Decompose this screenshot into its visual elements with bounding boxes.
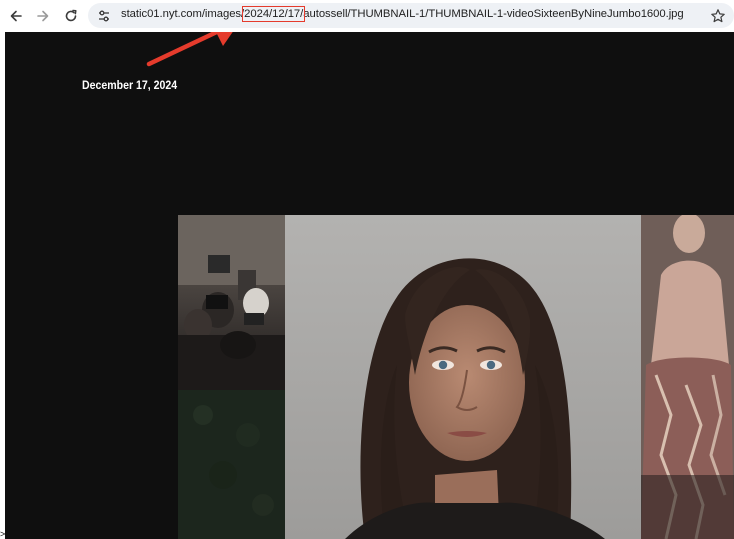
back-arrow-icon (10, 10, 22, 22)
reload-button[interactable] (61, 6, 81, 26)
url-date-highlight: 2024/12/17/ (242, 6, 306, 22)
date-annotation: December 17, 2024 (82, 78, 178, 92)
gown-image (641, 215, 734, 539)
photographers-image (178, 215, 285, 539)
back-button[interactable] (6, 6, 26, 26)
tune-icon[interactable] (97, 9, 111, 23)
forward-arrow-icon (37, 10, 49, 22)
corner-glyph: > (0, 529, 6, 539)
star-icon[interactable] (710, 8, 726, 24)
browser-toolbar: static01.nyt.com/images/2024/12/17/autos… (0, 0, 734, 32)
photo-panel-center (285, 215, 641, 539)
photo-panel-right (641, 215, 734, 539)
url-text[interactable]: static01.nyt.com/images/2024/12/17/autos… (121, 6, 684, 22)
reload-icon (65, 9, 77, 22)
photo-panel-left (178, 215, 285, 539)
address-bar[interactable]: static01.nyt.com/images/2024/12/17/autos… (88, 3, 734, 28)
image-viewport: December 17, 2024 (5, 32, 734, 539)
url-suffix: autossell/THUMBNAIL-1/THUMBNAIL-1-videoS… (303, 8, 684, 20)
portrait-image (285, 215, 641, 539)
forward-button[interactable] (33, 6, 53, 26)
url-prefix: static01.nyt.com/images/ (121, 8, 245, 20)
